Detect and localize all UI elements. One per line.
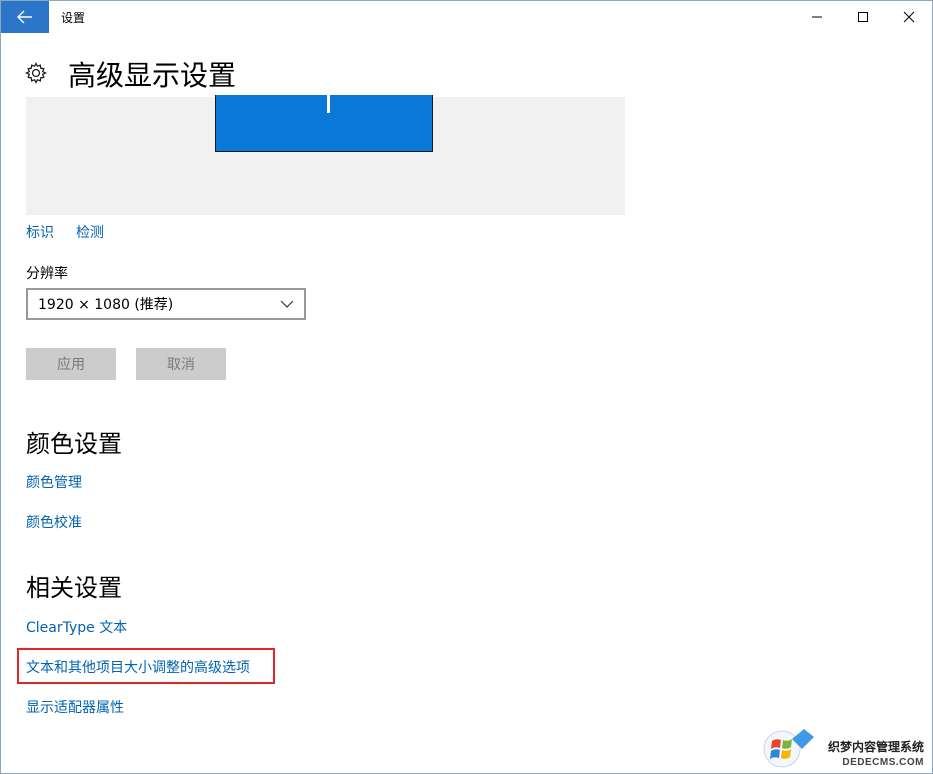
cancel-button[interactable]: 取消: [136, 348, 226, 380]
color-management-link[interactable]: 颜色管理: [26, 472, 82, 492]
apply-button[interactable]: 应用: [26, 348, 116, 380]
detect-link[interactable]: 检测: [76, 222, 104, 242]
display-preview: [26, 95, 625, 215]
close-icon: [903, 11, 915, 23]
related-settings-heading: 相关设置: [26, 574, 122, 602]
watermark-domain: DEDECMS.COM: [842, 757, 924, 768]
color-settings-heading: 颜色设置: [26, 430, 122, 458]
watermark: 织梦内容管理系统 DEDECMS.COM: [732, 713, 932, 773]
window-title: 设置: [61, 11, 86, 25]
watermark-title: 织梦内容管理系统: [827, 740, 924, 754]
maximize-icon: [858, 12, 868, 22]
display-adapter-link[interactable]: 显示适配器属性: [26, 697, 124, 717]
maximize-button[interactable]: [840, 1, 886, 33]
settings-window: 设置 高级显示设置 标识 检测 分辨率 1920 × 1080 (推荐) 应用 …: [0, 0, 933, 774]
minimize-button[interactable]: [794, 1, 840, 33]
color-calibration-link[interactable]: 颜色校准: [26, 512, 82, 532]
cleartype-link[interactable]: ClearType 文本: [26, 617, 127, 637]
chevron-down-icon: [270, 290, 304, 318]
resolution-value: 1920 × 1080 (推荐): [38, 297, 174, 313]
gear-icon: [25, 62, 47, 84]
title-bar: 设置: [1, 1, 932, 33]
resolution-label: 分辨率: [26, 266, 68, 282]
back-arrow-icon: [17, 10, 32, 24]
windows-logo-icon: [763, 729, 814, 768]
back-button[interactable]: [1, 1, 49, 33]
identify-link[interactable]: 标识: [26, 222, 54, 242]
highlight-annotation: [17, 648, 275, 684]
page-title: 高级显示设置: [68, 59, 237, 92]
close-button[interactable]: [886, 1, 932, 33]
monitor-tile[interactable]: [215, 95, 433, 152]
monitor-number: [327, 95, 330, 113]
resolution-dropdown[interactable]: 1920 × 1080 (推荐): [26, 288, 306, 320]
minimize-icon: [812, 16, 822, 18]
